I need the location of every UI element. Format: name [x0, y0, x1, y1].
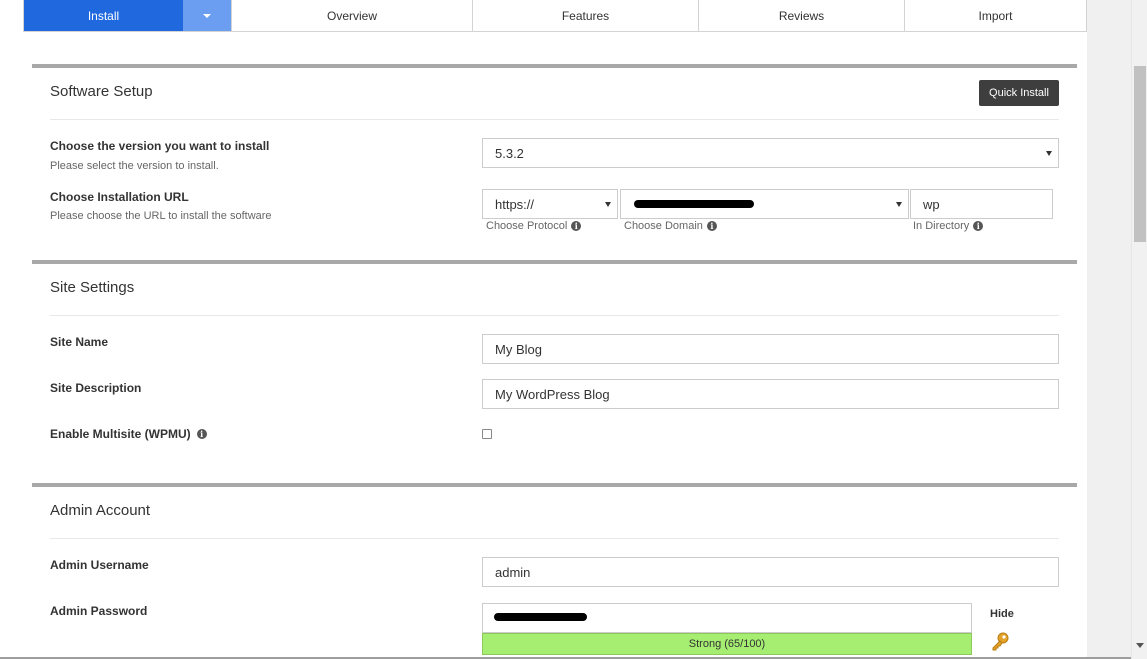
tab-import[interactable]: Import — [905, 0, 1086, 31]
vertical-scrollbar[interactable] — [1131, 0, 1147, 659]
version-select[interactable]: 5.3.2 — [482, 138, 1059, 168]
installation-url-label: Choose Installation URL — [50, 190, 189, 204]
protocol-hint-text: Choose Protocol — [486, 220, 568, 232]
site-name-label: Site Name — [50, 335, 109, 349]
section-rule — [50, 315, 1059, 316]
site-settings-title: Site Settings — [50, 279, 135, 296]
site-description-value: My WordPress Blog — [495, 386, 610, 402]
directory-hint: In Directory i — [913, 220, 984, 232]
scrollbar-thumb[interactable] — [1134, 66, 1146, 242]
password-strength-bar: Strong (65/100) — [482, 633, 972, 655]
tab-reviews[interactable]: Reviews — [699, 0, 905, 31]
version-select-value: 5.3.2 — [495, 145, 524, 161]
caret-down-icon — [203, 13, 211, 18]
redacted-password — [494, 613, 587, 621]
tab-bar: Install Overview Features Reviews Import — [23, 0, 1087, 32]
version-label: Choose the version you want to install — [50, 139, 270, 153]
multisite-label: Enable Multisite (WPMU) i — [50, 427, 207, 441]
domain-hint-text: Choose Domain — [624, 220, 703, 232]
section-divider — [32, 260, 1077, 264]
admin-username-input[interactable]: admin — [482, 557, 1059, 587]
tab-install[interactable]: Install — [24, 0, 183, 31]
dropdown-arrow-icon — [605, 202, 611, 207]
info-icon[interactable]: i — [196, 429, 207, 439]
section-rule — [50, 538, 1059, 539]
redacted-domain — [634, 200, 754, 208]
protocol-select-value: https:// — [495, 196, 535, 212]
key-icon[interactable] — [990, 632, 1010, 652]
section-divider — [32, 483, 1077, 487]
admin-account-title: Admin Account — [50, 502, 151, 519]
directory-hint-text: In Directory — [913, 220, 970, 232]
admin-username-value: admin — [495, 564, 531, 580]
info-icon[interactable]: i — [973, 221, 984, 231]
dropdown-arrow-icon — [1046, 151, 1052, 156]
page-gutter — [1087, 0, 1131, 659]
directory-input-value: wp — [923, 196, 940, 212]
directory-input[interactable]: wp — [910, 189, 1053, 219]
protocol-select[interactable]: https:// — [482, 189, 618, 219]
tab-features[interactable]: Features — [473, 0, 699, 31]
tab-overview[interactable]: Overview — [232, 0, 473, 31]
section-divider — [32, 64, 1077, 68]
scroll-down-arrow-icon[interactable] — [1136, 643, 1144, 648]
site-description-label: Site Description — [50, 381, 142, 395]
section-rule — [50, 119, 1059, 120]
install-dropdown-button[interactable] — [183, 0, 232, 31]
software-setup-title: Software Setup — [50, 83, 153, 100]
multisite-checkbox[interactable] — [482, 429, 492, 439]
multisite-label-text: Enable Multisite (WPMU) — [50, 427, 191, 441]
site-description-input[interactable]: My WordPress Blog — [482, 379, 1059, 409]
installation-url-sublabel: Please choose the URL to install the sof… — [50, 210, 272, 222]
site-name-input[interactable]: My Blog — [482, 334, 1059, 364]
version-sublabel: Please select the version to install. — [50, 160, 219, 172]
hide-password-link[interactable]: Hide — [990, 608, 1014, 620]
admin-username-label: Admin Username — [50, 558, 149, 572]
protocol-hint: Choose Protocol i — [486, 220, 582, 232]
quick-install-button[interactable]: Quick Install — [979, 80, 1059, 106]
domain-hint: Choose Domain i — [624, 220, 717, 232]
admin-password-label: Admin Password — [50, 604, 148, 618]
site-name-value: My Blog — [495, 341, 542, 357]
info-icon[interactable]: i — [571, 221, 582, 231]
dropdown-arrow-icon — [896, 202, 902, 207]
info-icon[interactable]: i — [706, 221, 717, 231]
